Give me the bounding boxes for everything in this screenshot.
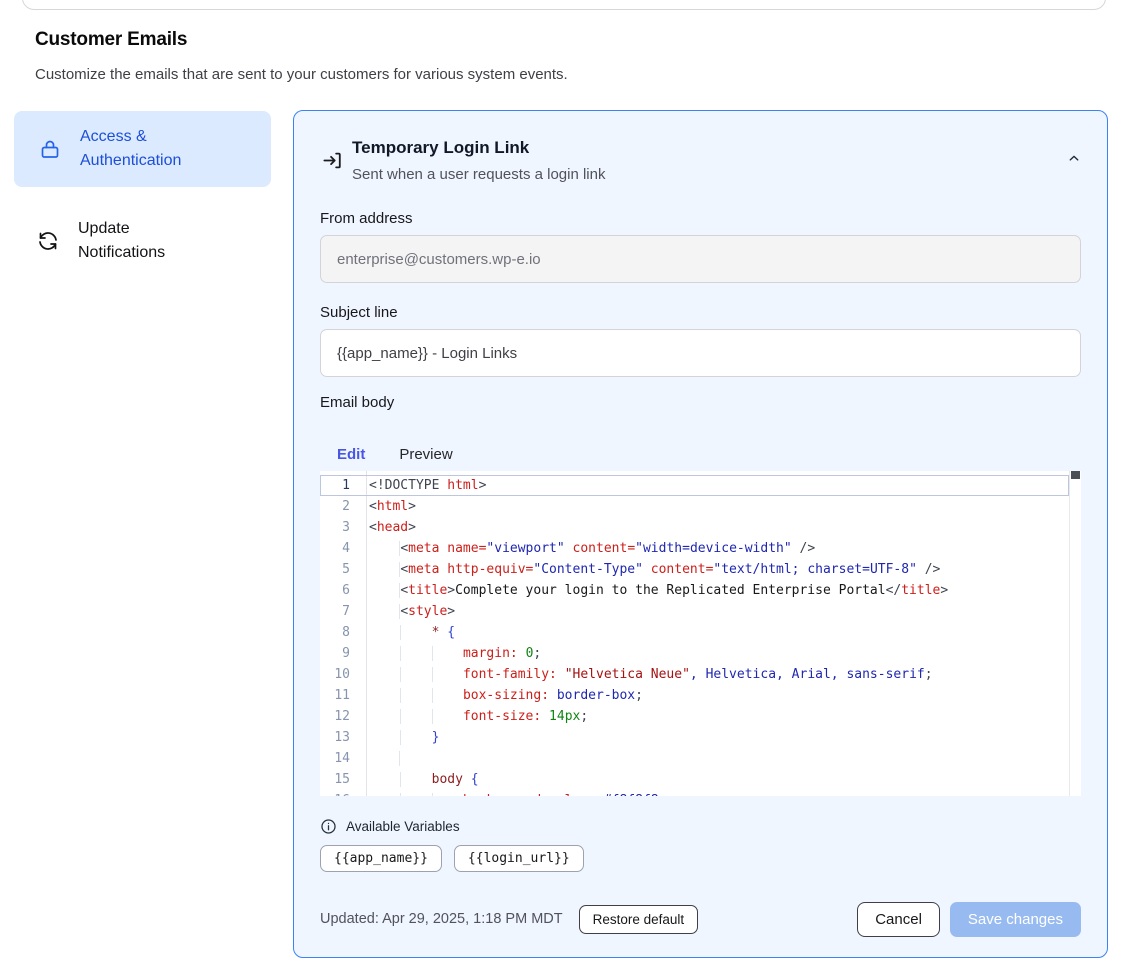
- variable-chip-login-url[interactable]: {{login_url}}: [454, 845, 584, 872]
- cancel-button[interactable]: Cancel: [857, 902, 940, 937]
- line-number: 14: [320, 748, 350, 769]
- line-number: 7: [320, 601, 350, 622]
- tab-preview[interactable]: Preview: [382, 435, 469, 474]
- line-number: 4: [320, 538, 350, 559]
- line-number: 9: [320, 643, 350, 664]
- code-line: background-color: #f8f8f8;: [369, 790, 1069, 796]
- editor-scrollbar[interactable]: [1069, 471, 1081, 796]
- code-line: <meta http-equiv="Content-Type" content=…: [369, 559, 1069, 580]
- code-line: font-family: "Helvetica Neue", Helvetica…: [369, 664, 1069, 685]
- line-number: 2: [320, 496, 350, 517]
- code-line: <html>: [369, 496, 1069, 517]
- line-number: 15: [320, 769, 350, 790]
- previous-card-edge: [22, 0, 1106, 10]
- temporary-login-link-card: Temporary Login Link Sent when a user re…: [293, 110, 1108, 958]
- variable-chips: {{app_name}} {{login_url}}: [320, 845, 584, 872]
- email-body-label: Email body: [320, 394, 394, 411]
- tab-edit[interactable]: Edit: [320, 435, 382, 474]
- code-line: [369, 748, 1069, 769]
- save-changes-button[interactable]: Save changes: [950, 902, 1081, 937]
- line-number: 12: [320, 706, 350, 727]
- code-line: font-size: 14px;: [369, 706, 1069, 727]
- editor-code-area[interactable]: <!DOCTYPE html><html><head> <meta name="…: [367, 471, 1069, 796]
- code-line: <meta name="viewport" content="width=dev…: [369, 538, 1069, 559]
- line-number: 11: [320, 685, 350, 706]
- sidebar-item-label: Update Notifications: [78, 217, 208, 265]
- subject-line-input[interactable]: {{app_name}} - Login Links: [320, 329, 1081, 377]
- updated-timestamp: Updated: Apr 29, 2025, 1:18 PM MDT: [320, 911, 563, 927]
- code-line: <head>: [369, 517, 1069, 538]
- editor-tabs: Edit Preview: [320, 435, 1081, 475]
- panel-title: Temporary Login Link: [352, 138, 529, 158]
- code-line: margin: 0;: [369, 643, 1069, 664]
- lock-icon: [38, 137, 62, 161]
- code-line: body {: [369, 769, 1069, 790]
- line-number: 3: [320, 517, 350, 538]
- sidebar: Access & Authentication Update Notificat…: [14, 111, 271, 273]
- sidebar-item-access-authentication[interactable]: Access & Authentication: [14, 111, 271, 187]
- line-number: 5: [320, 559, 350, 580]
- login-icon: [321, 149, 344, 172]
- available-variables-row: Available Variables: [320, 818, 460, 835]
- available-variables-label: Available Variables: [346, 819, 460, 834]
- line-number: 8: [320, 622, 350, 643]
- subject-line-label: Subject line: [320, 304, 398, 321]
- collapse-button[interactable]: [1065, 149, 1083, 170]
- line-number: 16: [320, 790, 350, 796]
- scrollbar-thumb[interactable]: [1071, 471, 1080, 479]
- page-subtitle: Customize the emails that are sent to yo…: [35, 66, 568, 83]
- line-number: 1: [320, 475, 350, 496]
- code-editor[interactable]: 12345678910111213141516 <!DOCTYPE html><…: [320, 471, 1081, 796]
- code-line: }: [369, 727, 1069, 748]
- from-address-label: From address: [320, 210, 413, 227]
- editor-gutter: 12345678910111213141516: [320, 471, 367, 796]
- info-icon: [320, 818, 337, 835]
- variable-chip-app-name[interactable]: {{app_name}}: [320, 845, 442, 872]
- code-line: <title>Complete your login to the Replic…: [369, 580, 1069, 601]
- code-line: box-sizing: border-box;: [369, 685, 1069, 706]
- sidebar-item-label: Access & Authentication: [80, 125, 210, 173]
- line-number: 6: [320, 580, 350, 601]
- refresh-icon: [36, 229, 60, 253]
- code-line: <!DOCTYPE html>: [369, 475, 1069, 496]
- panel-footer: Updated: Apr 29, 2025, 1:18 PM MDT Resto…: [320, 899, 1081, 939]
- code-line: * {: [369, 622, 1069, 643]
- chevron-up-icon: [1065, 149, 1083, 167]
- line-number: 13: [320, 727, 350, 748]
- panel-subtitle: Sent when a user requests a login link: [352, 166, 605, 183]
- code-line: <style>: [369, 601, 1069, 622]
- sidebar-item-update-notifications[interactable]: Update Notifications: [14, 209, 271, 273]
- page-title: Customer Emails: [35, 29, 187, 51]
- restore-default-button[interactable]: Restore default: [579, 905, 699, 934]
- line-number: 10: [320, 664, 350, 685]
- from-address-input[interactable]: enterprise@customers.wp-e.io: [320, 235, 1081, 283]
